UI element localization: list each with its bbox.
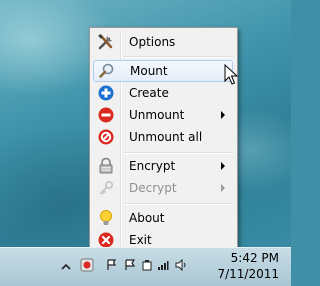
menu-item-label: Mount — [130, 64, 168, 78]
flag-icon[interactable] — [124, 259, 136, 271]
unmount-all-icon — [93, 126, 119, 148]
clock-date: 7/11/2011 — [217, 267, 279, 281]
options-tools-icon — [93, 31, 119, 53]
menu-item-decrypt[interactable]: Decrypt — [93, 177, 233, 199]
menu-separator — [123, 203, 234, 205]
menu-item-label: Unmount — [129, 108, 185, 122]
menu-separator — [123, 56, 234, 58]
menu-item-label: About — [129, 211, 165, 225]
submenu-arrow-icon — [221, 184, 225, 192]
menu-item-unmount-all[interactable]: Unmount all — [93, 126, 233, 148]
menu-separator — [123, 152, 234, 154]
action-center-flag-icon[interactable] — [106, 259, 118, 271]
app-tray-icon[interactable] — [80, 258, 94, 272]
volume-speaker-icon[interactable] — [175, 259, 187, 271]
clock-time: 5:42 PM — [230, 251, 279, 265]
submenu-arrow-icon — [221, 162, 225, 170]
create-plus-icon — [93, 82, 119, 104]
menu-item-unmount[interactable]: Unmount — [93, 104, 233, 126]
menu-item-create[interactable]: Create — [93, 82, 233, 104]
menu-item-encrypt[interactable]: Encrypt — [93, 155, 233, 177]
menu-item-label: Unmount all — [129, 130, 203, 144]
decrypt-key-icon — [93, 177, 119, 199]
network-signal-icon[interactable] — [157, 259, 169, 271]
menu-item-label: Decrypt — [129, 181, 177, 195]
unmount-minus-icon — [93, 104, 119, 126]
menu-item-about[interactable]: About — [93, 207, 233, 229]
mouse-cursor-icon — [224, 64, 238, 85]
show-hidden-icons-chevron-icon[interactable] — [60, 261, 72, 273]
menu-item-options[interactable]: Options — [93, 31, 233, 53]
menu-item-label: Encrypt — [129, 159, 176, 173]
menu-item-mount[interactable]: Mount — [93, 60, 233, 82]
power-icon[interactable] — [141, 259, 153, 271]
about-bulb-icon — [93, 207, 119, 229]
submenu-arrow-icon — [221, 111, 225, 119]
encrypt-lock-icon — [93, 155, 119, 177]
menu-item-label: Options — [129, 35, 176, 49]
mount-magnifier-icon — [94, 60, 120, 82]
taskbar-clock[interactable]: 5:42 PM 7/11/2011 — [217, 250, 279, 282]
menu-item-label: Create — [129, 86, 169, 100]
context-menu: Options Mount Create Unmount Unmount all… — [89, 27, 238, 256]
menu-item-label: Exit — [129, 233, 152, 247]
